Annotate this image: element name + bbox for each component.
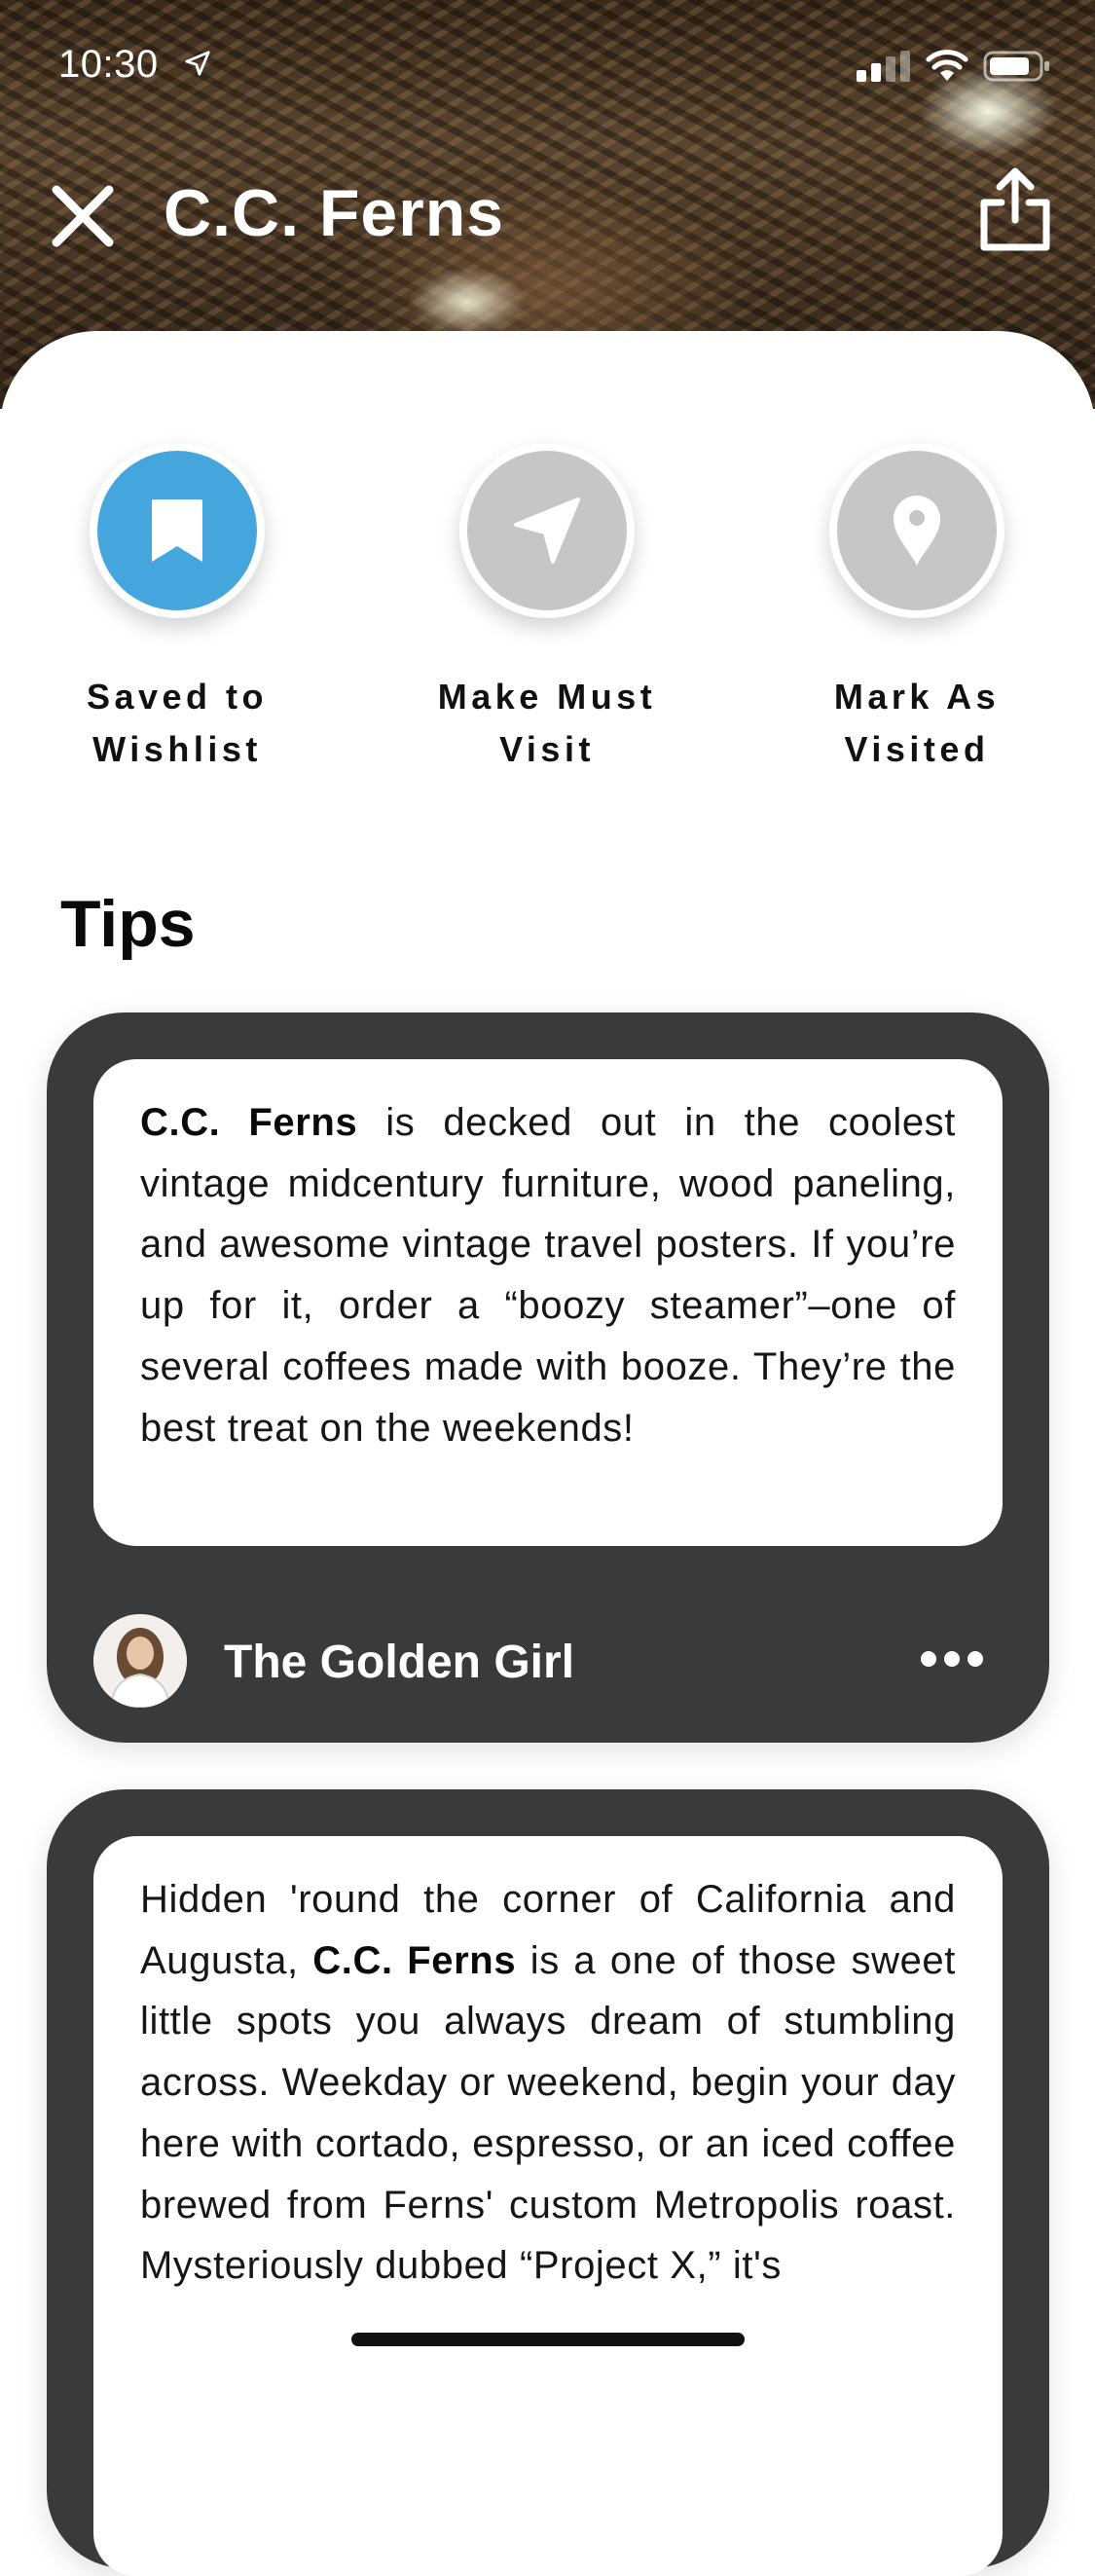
tip-author-name[interactable]: The Golden Girl <box>224 1636 574 1689</box>
battery-icon <box>983 51 1049 82</box>
map-pin-icon <box>894 496 940 566</box>
save-to-wishlist-label: Saved to Wishlist <box>86 677 269 769</box>
tip-bubble: Hidden 'round the corner of California a… <box>93 1836 1003 2576</box>
status-time: 10:30 <box>58 43 159 86</box>
tip-card: Hidden 'round the corner of California a… <box>47 1789 1049 2576</box>
make-must-visit-label: Make Must Visit <box>437 677 657 769</box>
page-title: C.C. Ferns <box>164 176 505 250</box>
make-must-visit-button[interactable]: Make Must Visit <box>430 443 664 776</box>
close-icon <box>52 185 114 247</box>
save-to-wishlist-button[interactable]: Saved to Wishlist <box>60 443 294 776</box>
tip-bubble: C.C. Ferns is decked out in the coolest … <box>93 1059 1003 1546</box>
navigation-arrow-icon <box>514 497 580 564</box>
location-arrow-icon <box>185 51 210 76</box>
tip-text: C.C. Ferns is decked out in the coolest … <box>140 1101 956 1450</box>
mark-as-visited-button[interactable]: Mark As Visited <box>800 443 1034 776</box>
tip-text: Hidden 'round the corner of California a… <box>140 1878 956 2288</box>
wifi-icon <box>926 50 968 81</box>
share-button[interactable] <box>978 166 1052 253</box>
share-icon <box>980 167 1050 251</box>
bookmark-icon <box>152 499 202 562</box>
home-indicator <box>351 2333 745 2346</box>
more-options-icon[interactable] <box>918 1645 986 1673</box>
avatar[interactable] <box>93 1614 187 1708</box>
tips-heading: Tips <box>60 887 196 961</box>
mark-as-visited-label: Mark As Visited <box>833 677 1001 769</box>
cellular-signal-icon <box>857 51 910 82</box>
tip-card: C.C. Ferns is decked out in the coolest … <box>47 1012 1049 1743</box>
status-bar: 10:30 <box>0 0 1095 131</box>
close-button[interactable] <box>47 180 119 252</box>
